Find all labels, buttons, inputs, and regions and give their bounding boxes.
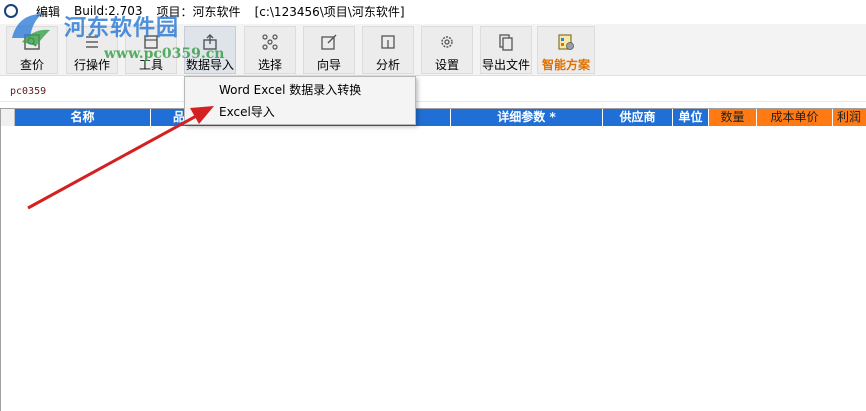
title-bar: 编辑 Build:2.703 项目：河东软件 [c:\123456\项目\河东软… — [0, 0, 866, 22]
toolbar: 查价 行操作 工具 数据导入 选择 向导 分析 设置 导出文件 智能方案 — [0, 24, 866, 76]
row-operation-label: 行操作 — [73, 58, 110, 72]
filter-input[interactable] — [10, 83, 180, 99]
row-operation-button[interactable]: 行操作 — [66, 26, 118, 74]
wizard-button[interactable]: 向导 — [303, 26, 355, 74]
query-price-button[interactable]: 查价 — [6, 26, 58, 74]
import-icon — [199, 31, 221, 52]
smart-plan-icon — [555, 31, 577, 52]
project-name: 项目：河东软件 — [156, 4, 241, 19]
wizard-label: 向导 — [316, 58, 341, 72]
menu-item-excel-import[interactable]: Excel导入 — [185, 101, 415, 123]
select-icon — [259, 31, 281, 52]
data-import-label: 数据导入 — [185, 58, 234, 72]
project-path: [c:\123456\项目\河东软件] — [254, 4, 405, 19]
column-header-cost-price[interactable]: 成本单价 — [757, 109, 833, 126]
gear-icon — [436, 31, 458, 52]
column-header-unit[interactable]: 单位 — [673, 109, 709, 126]
tool-icon — [140, 31, 162, 52]
menu-edit[interactable]: 编辑 — [36, 3, 60, 20]
query-icon — [21, 31, 43, 52]
tools-label: 工具 — [138, 58, 163, 72]
settings-label: 设置 — [434, 58, 459, 72]
build-version: Build:2.703 — [74, 4, 143, 18]
column-header-profit[interactable]: 利润 — [833, 109, 866, 126]
filter-row — [0, 80, 866, 102]
export-file-button[interactable]: 导出文件 — [480, 26, 532, 74]
list-icon — [81, 31, 103, 52]
export-file-label: 导出文件 — [481, 58, 530, 72]
tools-button[interactable]: 工具 — [125, 26, 177, 74]
grid-corner[interactable] — [1, 109, 15, 126]
settings-button[interactable]: 设置 — [421, 26, 473, 74]
analyze-label: 分析 — [375, 58, 400, 72]
grid-header: 名称 品 详细参数 * 供应商 单位 数量 成本单价 利润 — [15, 109, 866, 126]
select-button[interactable]: 选择 — [244, 26, 296, 74]
select-label: 选择 — [257, 58, 282, 72]
analyze-icon — [377, 31, 399, 52]
data-import-button[interactable]: 数据导入 — [184, 26, 236, 74]
wizard-icon — [318, 31, 340, 52]
menu-item-word-excel-convert[interactable]: Word Excel 数据录入转换 — [185, 79, 415, 101]
column-header-supplier[interactable]: 供应商 — [603, 109, 673, 126]
column-header-details[interactable]: 详细参数 * — [451, 109, 603, 126]
column-header-quantity[interactable]: 数量 — [709, 109, 757, 126]
export-icon — [495, 31, 517, 52]
column-header-name[interactable]: 名称 — [15, 109, 151, 126]
app-logo-icon[interactable] — [4, 4, 18, 18]
smart-plan-label: 智能方案 — [541, 58, 590, 72]
query-price-label: 查价 — [19, 58, 44, 72]
data-import-dropdown: Word Excel 数据录入转换 Excel导入 — [184, 76, 416, 125]
smart-plan-button[interactable]: 智能方案 — [537, 26, 595, 74]
analyze-button[interactable]: 分析 — [362, 26, 414, 74]
data-grid[interactable]: 名称 品 详细参数 * 供应商 单位 数量 成本单价 利润 — [0, 108, 866, 411]
